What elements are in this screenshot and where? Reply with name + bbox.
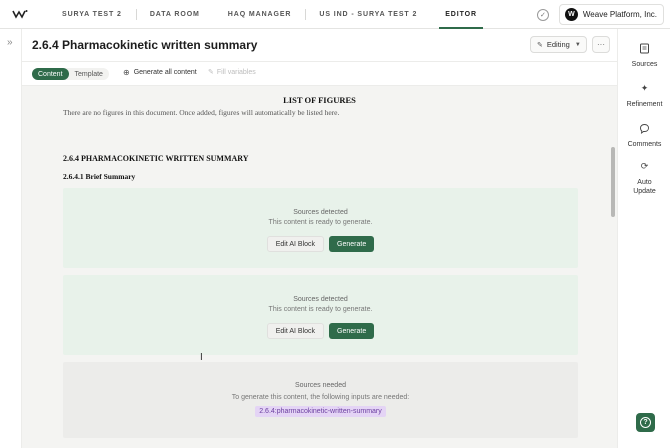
help-icon: ? [640,417,651,428]
org-name: Weave Platform, Inc. [582,10,657,19]
chevron-down-icon: ▼ [574,41,581,48]
help-button[interactable]: ? [636,413,655,432]
list-of-figures-title: LIST OF FIGURES [283,95,356,105]
right-sidebar: Sources ✦ Refinement Comments ⟳ Auto Upd… [617,29,670,448]
expand-panel-icon[interactable]: » [7,37,13,48]
content-tab[interactable]: Content [32,68,69,80]
page-title: 2.6.4 Pharmacokinetic written summary [32,38,258,52]
edit-ai-block-button[interactable]: Edit AI Block [266,323,325,339]
fill-variables-button[interactable]: ✎ Fill variables [208,68,256,77]
document-header: 2.6.4 Pharmacokinetic written summary ✎ … [22,29,617,61]
nav-tab-data-room[interactable]: DATA ROOM [135,0,214,29]
fill-variables-label: Fill variables [216,68,256,76]
document-scrollbar[interactable] [611,147,615,217]
list-of-figures-text: There are no figures in this document. O… [63,108,340,117]
nav-tab-submission[interactable]: US IND - SURYA TEST 2 [305,0,431,29]
refresh-icon: ⟳ [640,160,649,171]
mode-dropdown[interactable]: ✎ Editing ▼ [530,36,587,53]
ai-block-ready: Sources detected This content is ready t… [63,275,578,355]
left-panel-collapsed: » [0,29,22,448]
pencil-icon: ✎ [208,69,214,76]
ai-block-needs-sources: Sources needed To generate this content,… [63,362,578,438]
generate-button[interactable]: Generate [329,236,375,252]
generate-all-button[interactable]: ⊕ Generate all content [123,68,197,77]
block-status-title: Sources detected [293,209,348,216]
block-status-title: Sources needed [295,382,346,389]
sources-icon [636,39,654,57]
comment-icon [636,119,654,137]
view-toggle: Content Template [32,68,109,80]
section-heading: 2.6.4 PHARMACOKINETIC WRITTEN SUMMARY [63,154,249,163]
sidebar-item-label: Auto Update [633,179,656,195]
nav-tab-project[interactable]: SURYA TEST 2 [40,0,136,29]
more-options-button[interactable]: ··· [592,36,610,53]
block-status-subtitle: To generate this content, the following … [231,394,410,401]
sidebar-item-label: Sources [631,61,658,68]
sidebar-item-label: Comments [627,141,662,148]
sidebar-item-sources[interactable]: Sources [618,39,670,69]
text-cursor-icon: I [200,352,203,363]
edit-icon: ✎ [537,41,543,49]
required-input-tag[interactable]: 2.6.4:pharmacokinetic-written-summary [255,406,386,417]
template-tab[interactable]: Template [69,68,109,80]
generate-button[interactable]: Generate [329,323,375,339]
ai-block-ready: Sources detected This content is ready t… [63,188,578,268]
document-canvas[interactable]: LIST OF FIGURES There are no figures in … [22,86,617,448]
nav-tab-haq-manager[interactable]: HAQ MANAGER [214,0,306,29]
block-status-subtitle: This content is ready to generate. [268,306,373,313]
sync-status-icon: ✓ [536,8,549,21]
sidebar-item-comments[interactable]: Comments [618,119,670,149]
block-status-title: Sources detected [293,296,348,303]
generate-icon: ⊕ [123,68,130,77]
org-switcher[interactable]: W Weave Platform, Inc. [558,4,664,25]
generate-all-label: Generate all content [133,69,197,76]
subsection-heading: 2.6.4.1 Brief Summary [63,172,136,181]
sidebar-item-label: Refinement [626,101,663,108]
mode-label: Editing [546,40,570,49]
block-status-subtitle: This content is ready to generate. [268,219,373,226]
sidebar-item-refinement[interactable]: ✦ Refinement [618,79,670,109]
editor-toolbar: Content Template ⊕ Generate all content … [22,61,617,86]
top-nav: SURYA TEST 2 DATA ROOM HAQ MANAGER US IN… [0,0,670,29]
sidebar-item-auto-update[interactable]: ⟳ Auto Update [618,157,670,196]
org-logo-icon: W [564,8,578,21]
edit-ai-block-button[interactable]: Edit AI Block [266,236,325,252]
nav-tab-editor[interactable]: EDITOR [431,0,491,29]
sparkle-icon: ✦ [640,82,649,93]
app-logo-icon[interactable] [0,0,40,29]
